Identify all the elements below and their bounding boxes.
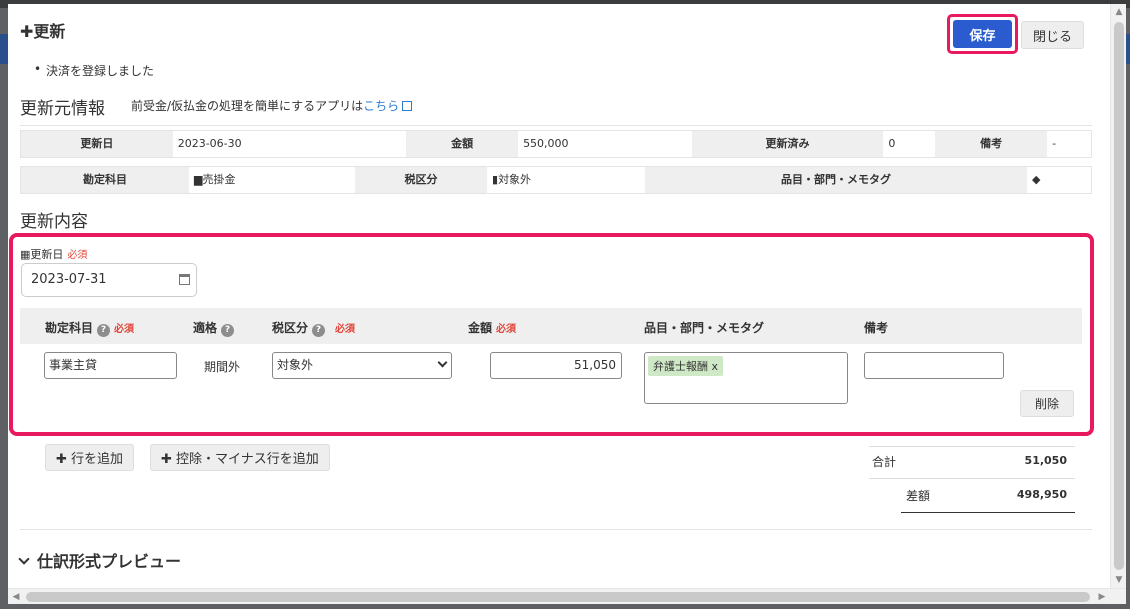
background-strip — [0, 34, 8, 64]
horizontal-scrollbar[interactable]: ◀ ▶ — [8, 588, 1126, 604]
label-update-date: 更新日 — [21, 131, 173, 157]
tags-input[interactable]: 弁護士報酬 x — [644, 352, 848, 404]
delete-row-button[interactable]: 削除 — [1020, 390, 1074, 417]
promo-link[interactable]: こちら — [363, 99, 399, 113]
tag-chip-label: 弁護士報酬 — [653, 360, 708, 373]
source-info-row-1: 更新日 2023-06-30 金額 550,000 更新済み 0 備考 - — [20, 130, 1092, 158]
tax-select[interactable]: 対象外 — [272, 352, 452, 379]
col-summary: 適格? — [193, 319, 235, 337]
help-icon[interactable]: ? — [312, 324, 326, 337]
col-memo: 備考 — [864, 321, 889, 335]
chevron-down-icon — [437, 357, 448, 368]
promo-text: 前受金/仮払金の処理を簡単にするアプリはこちら — [131, 97, 413, 114]
value-account: ▆売掛金 — [189, 167, 355, 193]
value-tax: ▮対象外 — [487, 167, 645, 193]
help-icon[interactable]: ? — [221, 324, 235, 337]
account-input[interactable]: 事業主貸 — [44, 352, 177, 379]
scroll-left-icon[interactable]: ◀ — [8, 589, 24, 604]
update-date-value: 2023-07-31 — [31, 272, 107, 287]
col-tags: 品目・部門・メモタグ — [644, 321, 765, 335]
calendar-icon: ▦ — [20, 248, 31, 261]
scroll-right-icon[interactable]: ▶ — [1094, 589, 1110, 604]
difference-underline — [901, 512, 1075, 513]
value-updated: 0 — [883, 131, 936, 157]
label-memo: 備考 — [935, 131, 1048, 157]
entry-grid-header: 勘定科目? 必須 適格? 税区分? 必須 金額 必須 品目・部門・メモタグ 備考 — [20, 308, 1082, 344]
value-amount: 550,000 — [518, 131, 692, 157]
journal-preview-toggle[interactable]: 仕訳形式プレビュー — [18, 548, 182, 572]
total-label: 合計 — [872, 455, 897, 469]
tag-icon: ◆ — [1032, 173, 1041, 186]
source-info-heading: 更新元情報 — [20, 99, 105, 119]
label-updated: 更新済み — [691, 131, 884, 157]
external-link-icon — [402, 101, 413, 111]
col-account-label: 勘定科目 — [45, 321, 94, 335]
divider — [20, 125, 1092, 126]
add-row-button[interactable]: ✚ 行を追加 — [45, 444, 135, 471]
tax-select-value: 対象外 — [277, 358, 314, 372]
summary-text: 期間外 — [204, 360, 241, 374]
tag-chip: 弁護士報酬 x — [648, 356, 724, 376]
update-modal: ✚更新 保存 閉じる 決済を登録しました 更新元情報 前受金/仮払金の処理を簡単… — [8, 4, 1126, 604]
add-minus-row-button[interactable]: ✚ 控除・マイナス行を追加 — [150, 444, 330, 471]
date-label: ▦更新日 必須 — [20, 246, 87, 262]
value-tax-text: 対象外 — [498, 173, 532, 186]
scrollbar-thumb[interactable] — [26, 592, 1090, 602]
difference-label: 差額 — [906, 489, 931, 503]
scrollbar-thumb[interactable] — [1114, 22, 1124, 570]
value-account-text: 売掛金 — [202, 173, 236, 186]
required-badge: 必須 — [335, 324, 356, 335]
difference-value: 498,950 — [1016, 488, 1067, 501]
label-tax: 税区分 — [355, 167, 487, 193]
divider — [20, 529, 1092, 530]
scroll-up-icon[interactable]: ▲ — [1111, 4, 1126, 20]
vertical-scrollbar[interactable]: ▲ ▼ — [1110, 4, 1126, 588]
value-memo: - — [1047, 131, 1091, 157]
date-label-text: 更新日 — [30, 248, 64, 261]
col-tax: 税区分? 必須 — [272, 319, 355, 337]
value-tags: ◆ — [1027, 167, 1091, 193]
journal-preview-heading: 仕訳形式プレビュー — [37, 552, 182, 571]
col-summary-label: 適格 — [193, 321, 218, 335]
label-account: 勘定科目 — [21, 167, 189, 193]
save-button-highlight: 保存 — [947, 14, 1018, 54]
col-amount-label: 金額 — [468, 321, 493, 335]
value-update-date: 2023-06-30 — [172, 131, 407, 157]
required-badge: 必須 — [496, 324, 517, 335]
source-info-row-2: 勘定科目 ▆売掛金 税区分 ▮対象外 品目・部門・メモタグ ◆ — [20, 166, 1092, 194]
save-button[interactable]: 保存 — [953, 20, 1012, 48]
success-notice: 決済を登録しました — [34, 62, 154, 79]
close-button[interactable]: 閉じる — [1021, 21, 1084, 49]
help-icon[interactable]: ? — [97, 324, 111, 337]
required-badge: 必須 — [114, 324, 135, 335]
modal-title: ✚更新 — [20, 22, 66, 41]
required-badge: 必須 — [67, 250, 88, 261]
tag-remove-button[interactable]: x — [712, 360, 719, 373]
update-content-heading: 更新内容 — [20, 212, 88, 232]
calendar-picker-icon[interactable] — [179, 274, 190, 285]
label-amount: 金額 — [406, 131, 519, 157]
totals-divider — [869, 478, 1075, 479]
memo-input[interactable] — [864, 352, 1004, 379]
scroll-down-icon[interactable]: ▼ — [1111, 572, 1126, 588]
totals-top-line — [869, 446, 1075, 447]
col-tax-label: 税区分 — [272, 321, 309, 335]
update-date-input[interactable]: 2023-07-31 — [21, 263, 197, 297]
promo-text-label: 前受金/仮払金の処理を簡単にするアプリは — [131, 99, 364, 113]
label-tags: 品目・部門・メモタグ — [645, 167, 1027, 193]
total-value: 51,050 — [1024, 454, 1067, 467]
col-amount: 金額 必須 — [468, 319, 516, 336]
chevron-down-icon — [18, 553, 30, 565]
amount-input[interactable]: 51,050 — [490, 352, 622, 379]
col-account: 勘定科目? 必須 — [45, 319, 134, 337]
